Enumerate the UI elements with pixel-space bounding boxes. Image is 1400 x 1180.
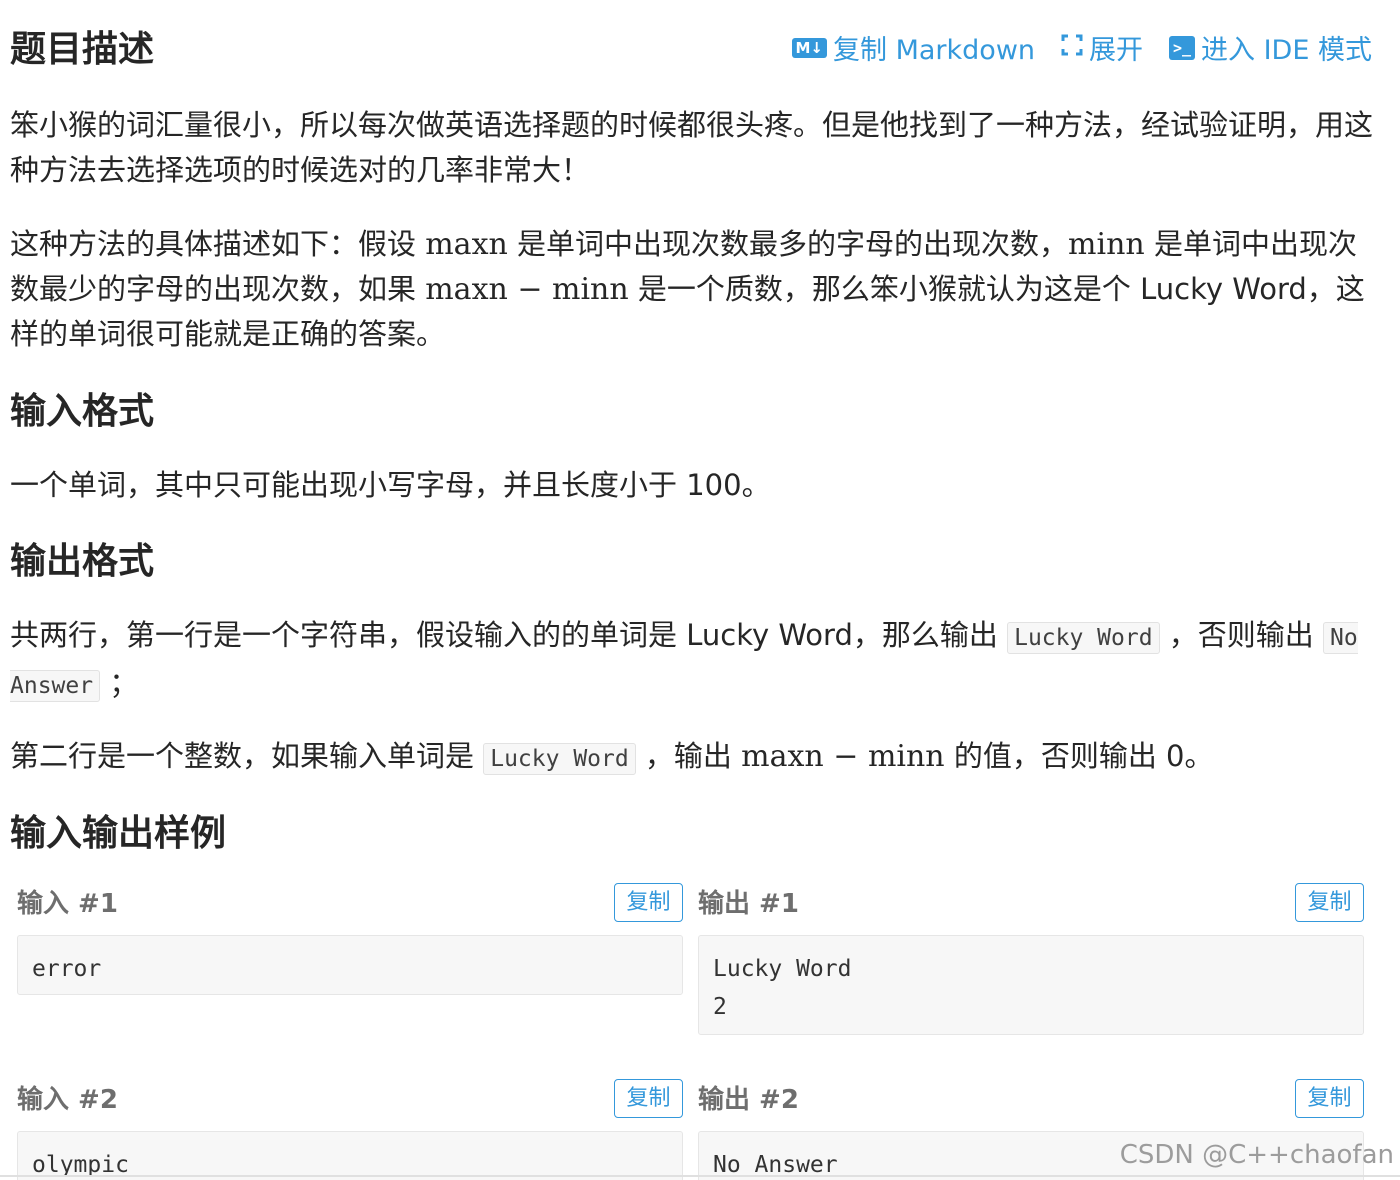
input-format-title: 输入格式 bbox=[10, 391, 155, 432]
sample-label: 输出 #2 bbox=[698, 1085, 799, 1115]
sample-label: 输出 #1 bbox=[698, 889, 799, 919]
output-format-line-2: 第二行是一个整数，如果输入单词是 Lucky Word ，输出 maxn − m… bbox=[10, 734, 1380, 782]
out2-text-c: 的值，否则输出 0。 bbox=[944, 739, 1214, 773]
expand-icon bbox=[1061, 32, 1083, 63]
csdn-watermark: CSDN @C++chaofan bbox=[1119, 1140, 1394, 1170]
math-minn: minn bbox=[1068, 227, 1145, 262]
math-expr: maxn − minn bbox=[425, 272, 629, 307]
sample-label: 输入 #2 bbox=[17, 1085, 118, 1115]
terminal-icon: >_ bbox=[1169, 35, 1196, 60]
sample-input-1: 输入 #1 复制 error bbox=[17, 883, 683, 995]
sample-label: 输入 #1 bbox=[17, 889, 118, 919]
copy-button[interactable]: 复制 bbox=[1295, 883, 1364, 922]
enter-ide-label: 进入 IDE 模式 bbox=[1201, 35, 1372, 66]
copy-button[interactable]: 复制 bbox=[1295, 1079, 1364, 1118]
copy-markdown-label: 复制 Markdown bbox=[833, 35, 1036, 66]
expand-label: 展开 bbox=[1089, 35, 1144, 66]
desc-text-a: 这种方法的具体描述如下：假设 bbox=[10, 227, 426, 261]
out-text-b: ，否则输出 bbox=[1159, 618, 1324, 652]
bottom-divider bbox=[0, 1175, 1400, 1177]
input-format-text: 一个单词，其中只可能出现小写字母，并且长度小于 100。 bbox=[10, 468, 771, 502]
output-format-line-1: 共两行，第一行是一个字符串，假设输入的的单词是 Lucky Word，那么输出 … bbox=[10, 613, 1380, 709]
copy-button[interactable]: 复制 bbox=[614, 883, 683, 922]
sample-output-1: 输出 #1 复制 Lucky Word 2 bbox=[698, 883, 1364, 1035]
output-format-title: 输出格式 bbox=[10, 541, 155, 582]
out-text-c: ； bbox=[100, 666, 139, 700]
sample-code: Lucky Word 2 bbox=[698, 935, 1364, 1035]
copy-markdown-link[interactable]: M↓ 复制 Markdown bbox=[791, 28, 1036, 67]
toolbar: M↓ 复制 Markdown 展开 >_ 进入 IDE 模式 bbox=[791, 28, 1372, 67]
description-title: 题目描述 bbox=[10, 29, 155, 70]
enter-ide-link[interactable]: >_ 进入 IDE 模式 bbox=[1169, 28, 1372, 67]
description-paragraph-1: 笨小猴的词汇量很小，所以每次做英语选择题的时候都很头疼。但是他找到了一种方法，经… bbox=[10, 108, 1374, 187]
sample-code: olympic bbox=[17, 1131, 683, 1180]
expand-link[interactable]: 展开 bbox=[1061, 28, 1143, 67]
math-expr-2: maxn − minn bbox=[741, 739, 945, 774]
out-text-a: 共两行，第一行是一个字符串，假设输入的的单词是 Lucky Word，那么输出 bbox=[10, 618, 1008, 652]
math-maxn: maxn bbox=[425, 227, 508, 262]
out2-text-a: 第二行是一个整数，如果输入单词是 bbox=[10, 739, 484, 773]
markdown-icon: M↓ bbox=[791, 37, 827, 58]
inline-code-lucky-word-2: Lucky Word bbox=[483, 743, 636, 775]
desc-text-b: 是单词中出现次数最多的字母的出现次数， bbox=[507, 227, 1069, 261]
samples-title: 输入输出样例 bbox=[10, 813, 227, 854]
copy-button[interactable]: 复制 bbox=[614, 1079, 683, 1118]
out2-text-b: ，输出 bbox=[635, 739, 742, 773]
inline-code-lucky-word: Lucky Word bbox=[1007, 622, 1160, 654]
sample-input-2: 输入 #2 复制 olympic bbox=[17, 1079, 683, 1180]
sample-code: error bbox=[17, 935, 683, 995]
description-paragraph-2: 这种方法的具体描述如下：假设 maxn 是单词中出现次数最多的字母的出现次数，m… bbox=[10, 222, 1380, 357]
problem-page: M↓ 复制 Markdown 展开 >_ 进入 IDE 模式 题目描述 笨小猴的… bbox=[0, 0, 1400, 1180]
